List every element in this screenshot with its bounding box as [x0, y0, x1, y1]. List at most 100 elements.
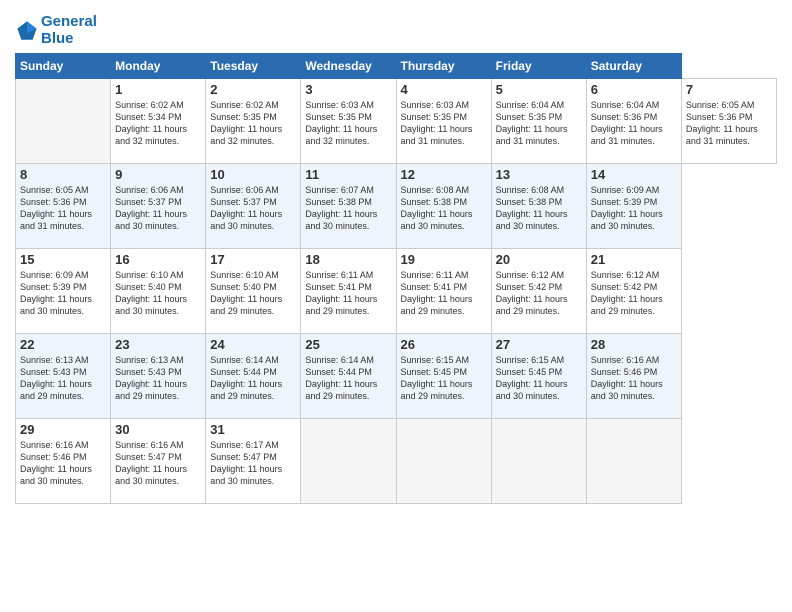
day-info: Sunrise: 6:08 AMSunset: 5:38 PMDaylight:…	[496, 184, 582, 233]
calendar-cell: 19 Sunrise: 6:11 AMSunset: 5:41 PMDaylig…	[396, 249, 491, 334]
day-number: 14	[591, 167, 677, 182]
day-info: Sunrise: 6:10 AMSunset: 5:40 PMDaylight:…	[210, 269, 296, 318]
day-number: 5	[496, 82, 582, 97]
logo-text: General Blue	[41, 14, 97, 47]
day-info: Sunrise: 6:07 AMSunset: 5:38 PMDaylight:…	[305, 184, 391, 233]
day-number: 3	[305, 82, 391, 97]
day-info: Sunrise: 6:05 AMSunset: 5:36 PMDaylight:…	[20, 184, 106, 233]
day-info: Sunrise: 6:06 AMSunset: 5:37 PMDaylight:…	[210, 184, 296, 233]
header: General Blue	[15, 10, 777, 47]
day-number: 27	[496, 337, 582, 352]
day-info: Sunrise: 6:04 AMSunset: 5:35 PMDaylight:…	[496, 99, 582, 148]
calendar-week-row: 29 Sunrise: 6:16 AMSunset: 5:46 PMDaylig…	[16, 419, 777, 504]
day-info: Sunrise: 6:12 AMSunset: 5:42 PMDaylight:…	[496, 269, 582, 318]
calendar-cell: 5 Sunrise: 6:04 AMSunset: 5:35 PMDayligh…	[491, 79, 586, 164]
day-info: Sunrise: 6:16 AMSunset: 5:46 PMDaylight:…	[20, 439, 106, 488]
day-number: 10	[210, 167, 296, 182]
calendar-cell: 10 Sunrise: 6:06 AMSunset: 5:37 PMDaylig…	[206, 164, 301, 249]
header-cell-monday: Monday	[111, 54, 206, 79]
day-number: 15	[20, 252, 106, 267]
day-number: 25	[305, 337, 391, 352]
day-number: 13	[496, 167, 582, 182]
calendar-cell	[16, 79, 111, 164]
day-info: Sunrise: 6:12 AMSunset: 5:42 PMDaylight:…	[591, 269, 677, 318]
day-number: 16	[115, 252, 201, 267]
calendar-cell: 11 Sunrise: 6:07 AMSunset: 5:38 PMDaylig…	[301, 164, 396, 249]
calendar-cell: 25 Sunrise: 6:14 AMSunset: 5:44 PMDaylig…	[301, 334, 396, 419]
calendar-cell: 9 Sunrise: 6:06 AMSunset: 5:37 PMDayligh…	[111, 164, 206, 249]
calendar-header-row: SundayMondayTuesdayWednesdayThursdayFrid…	[16, 54, 777, 79]
header-cell-saturday: Saturday	[586, 54, 681, 79]
day-info: Sunrise: 6:13 AMSunset: 5:43 PMDaylight:…	[20, 354, 106, 403]
day-number: 2	[210, 82, 296, 97]
day-info: Sunrise: 6:08 AMSunset: 5:38 PMDaylight:…	[401, 184, 487, 233]
page: General Blue SundayMondayTuesdayWednesda…	[0, 0, 792, 612]
calendar-cell: 20 Sunrise: 6:12 AMSunset: 5:42 PMDaylig…	[491, 249, 586, 334]
calendar-cell: 26 Sunrise: 6:15 AMSunset: 5:45 PMDaylig…	[396, 334, 491, 419]
header-cell-tuesday: Tuesday	[206, 54, 301, 79]
calendar-cell: 21 Sunrise: 6:12 AMSunset: 5:42 PMDaylig…	[586, 249, 681, 334]
calendar-cell: 17 Sunrise: 6:10 AMSunset: 5:40 PMDaylig…	[206, 249, 301, 334]
day-number: 28	[591, 337, 677, 352]
calendar-cell: 14 Sunrise: 6:09 AMSunset: 5:39 PMDaylig…	[586, 164, 681, 249]
calendar-cell: 30 Sunrise: 6:16 AMSunset: 5:47 PMDaylig…	[111, 419, 206, 504]
day-info: Sunrise: 6:09 AMSunset: 5:39 PMDaylight:…	[20, 269, 106, 318]
day-number: 23	[115, 337, 201, 352]
day-number: 20	[496, 252, 582, 267]
calendar-cell	[396, 419, 491, 504]
day-info: Sunrise: 6:16 AMSunset: 5:46 PMDaylight:…	[591, 354, 677, 403]
logo-icon	[15, 19, 39, 43]
day-info: Sunrise: 6:02 AMSunset: 5:35 PMDaylight:…	[210, 99, 296, 148]
calendar-cell	[586, 419, 681, 504]
calendar-cell: 27 Sunrise: 6:15 AMSunset: 5:45 PMDaylig…	[491, 334, 586, 419]
calendar-cell: 2 Sunrise: 6:02 AMSunset: 5:35 PMDayligh…	[206, 79, 301, 164]
calendar-week-row: 1 Sunrise: 6:02 AMSunset: 5:34 PMDayligh…	[16, 79, 777, 164]
day-number: 7	[686, 82, 772, 97]
day-number: 9	[115, 167, 201, 182]
day-info: Sunrise: 6:13 AMSunset: 5:43 PMDaylight:…	[115, 354, 201, 403]
calendar-cell: 12 Sunrise: 6:08 AMSunset: 5:38 PMDaylig…	[396, 164, 491, 249]
day-info: Sunrise: 6:15 AMSunset: 5:45 PMDaylight:…	[496, 354, 582, 403]
day-info: Sunrise: 6:03 AMSunset: 5:35 PMDaylight:…	[305, 99, 391, 148]
logo: General Blue	[15, 14, 97, 47]
calendar-cell: 4 Sunrise: 6:03 AMSunset: 5:35 PMDayligh…	[396, 79, 491, 164]
calendar-cell: 28 Sunrise: 6:16 AMSunset: 5:46 PMDaylig…	[586, 334, 681, 419]
calendar-body: 1 Sunrise: 6:02 AMSunset: 5:34 PMDayligh…	[16, 79, 777, 504]
day-number: 6	[591, 82, 677, 97]
day-info: Sunrise: 6:09 AMSunset: 5:39 PMDaylight:…	[591, 184, 677, 233]
day-number: 17	[210, 252, 296, 267]
day-number: 31	[210, 422, 296, 437]
day-number: 22	[20, 337, 106, 352]
day-number: 26	[401, 337, 487, 352]
day-info: Sunrise: 6:14 AMSunset: 5:44 PMDaylight:…	[305, 354, 391, 403]
calendar-cell: 24 Sunrise: 6:14 AMSunset: 5:44 PMDaylig…	[206, 334, 301, 419]
day-info: Sunrise: 6:17 AMSunset: 5:47 PMDaylight:…	[210, 439, 296, 488]
calendar-week-row: 15 Sunrise: 6:09 AMSunset: 5:39 PMDaylig…	[16, 249, 777, 334]
day-number: 12	[401, 167, 487, 182]
header-cell-thursday: Thursday	[396, 54, 491, 79]
calendar-cell: 22 Sunrise: 6:13 AMSunset: 5:43 PMDaylig…	[16, 334, 111, 419]
day-info: Sunrise: 6:11 AMSunset: 5:41 PMDaylight:…	[401, 269, 487, 318]
header-cell-sunday: Sunday	[16, 54, 111, 79]
day-info: Sunrise: 6:06 AMSunset: 5:37 PMDaylight:…	[115, 184, 201, 233]
day-info: Sunrise: 6:14 AMSunset: 5:44 PMDaylight:…	[210, 354, 296, 403]
calendar-cell: 6 Sunrise: 6:04 AMSunset: 5:36 PMDayligh…	[586, 79, 681, 164]
day-number: 4	[401, 82, 487, 97]
header-cell-wednesday: Wednesday	[301, 54, 396, 79]
calendar-cell: 16 Sunrise: 6:10 AMSunset: 5:40 PMDaylig…	[111, 249, 206, 334]
calendar-cell: 18 Sunrise: 6:11 AMSunset: 5:41 PMDaylig…	[301, 249, 396, 334]
calendar-cell	[301, 419, 396, 504]
day-info: Sunrise: 6:03 AMSunset: 5:35 PMDaylight:…	[401, 99, 487, 148]
day-number: 29	[20, 422, 106, 437]
calendar-cell: 3 Sunrise: 6:03 AMSunset: 5:35 PMDayligh…	[301, 79, 396, 164]
calendar-cell: 7 Sunrise: 6:05 AMSunset: 5:36 PMDayligh…	[681, 79, 776, 164]
calendar-cell: 1 Sunrise: 6:02 AMSunset: 5:34 PMDayligh…	[111, 79, 206, 164]
day-number: 1	[115, 82, 201, 97]
day-number: 8	[20, 167, 106, 182]
calendar-cell: 29 Sunrise: 6:16 AMSunset: 5:46 PMDaylig…	[16, 419, 111, 504]
day-info: Sunrise: 6:10 AMSunset: 5:40 PMDaylight:…	[115, 269, 201, 318]
day-number: 24	[210, 337, 296, 352]
calendar-cell: 13 Sunrise: 6:08 AMSunset: 5:38 PMDaylig…	[491, 164, 586, 249]
calendar-week-row: 8 Sunrise: 6:05 AMSunset: 5:36 PMDayligh…	[16, 164, 777, 249]
header-cell-friday: Friday	[491, 54, 586, 79]
